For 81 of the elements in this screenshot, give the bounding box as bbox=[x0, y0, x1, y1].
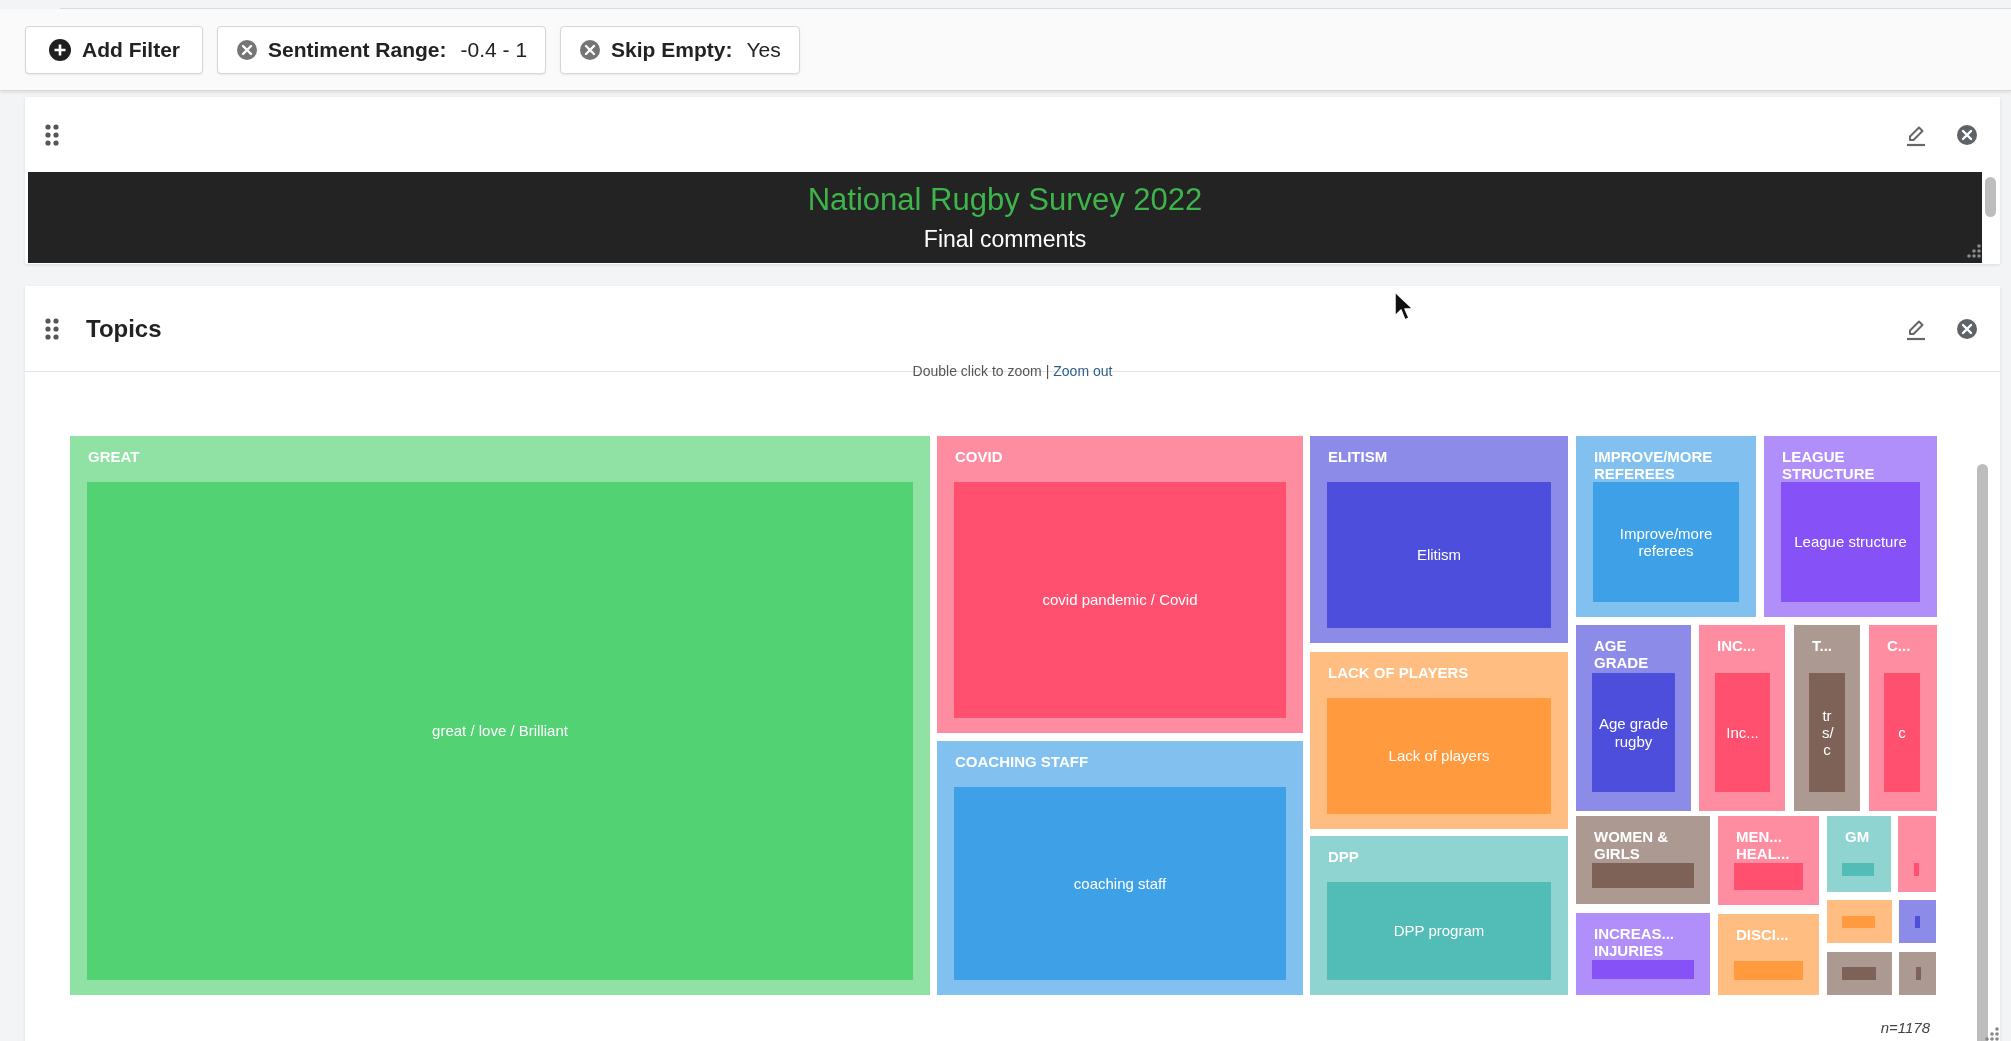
subtopic-tile[interactable] bbox=[1915, 916, 1920, 928]
topic-tile[interactable]: DPP DPP program bbox=[1310, 836, 1568, 995]
topic-tile[interactable]: T... trs/c bbox=[1794, 625, 1860, 811]
subtopic-tile[interactable] bbox=[1916, 967, 1921, 980]
zoom-hint: Double click to zoom | bbox=[912, 363, 1050, 379]
topic-tile[interactable]: INC... Inc... bbox=[1699, 625, 1785, 811]
add-icon bbox=[48, 38, 72, 62]
subtopic-tile[interactable] bbox=[1842, 967, 1876, 980]
topic-tile[interactable]: DISCI... bbox=[1718, 914, 1819, 995]
topic-tile[interactable]: GM bbox=[1827, 816, 1891, 892]
topic-label: INCREAS... INJURIES bbox=[1594, 925, 1675, 959]
subtopic-tile[interactable]: coaching staff bbox=[954, 787, 1286, 980]
subtopic-tile[interactable]: covid pandemic / Covid bbox=[954, 482, 1286, 718]
topic-label: AGE GRADE bbox=[1594, 637, 1650, 671]
subtopic-tile[interactable]: Improve/more referees bbox=[1593, 482, 1739, 602]
scrollbar-thumb[interactable] bbox=[1977, 464, 1988, 1041]
topic-tile[interactable]: MEN... HEAL... bbox=[1718, 816, 1819, 905]
topic-tile[interactable]: COACHING STAFF coaching staff bbox=[937, 741, 1303, 995]
widget-title: Topics bbox=[86, 314, 162, 343]
topic-tile[interactable]: COVID covid pandemic / Covid bbox=[937, 436, 1303, 733]
topic-tile[interactable] bbox=[1899, 952, 1936, 995]
subtopic-tile[interactable] bbox=[1734, 961, 1803, 980]
subtopic-tile[interactable] bbox=[1592, 960, 1694, 979]
survey-subtitle: Final comments bbox=[923, 226, 1087, 253]
remove-icon[interactable] bbox=[579, 39, 602, 61]
topic-label: ELITISM bbox=[1328, 448, 1389, 465]
subtopic-tile[interactable]: League structure bbox=[1781, 482, 1920, 602]
subtopic-tile[interactable]: DPP program bbox=[1327, 882, 1551, 980]
topic-label: COACHING STAFF bbox=[955, 753, 1090, 770]
topic-tile[interactable]: C... c bbox=[1869, 625, 1937, 811]
topic-tile[interactable]: ELITISM Elitism bbox=[1310, 436, 1568, 643]
subtopic-tile[interactable]: great / love / Brilliant bbox=[87, 482, 913, 980]
filter-chip[interactable]: Skip Empty: Yes bbox=[560, 26, 800, 74]
zoom-out-link[interactable]: Zoom out bbox=[1053, 363, 1113, 379]
topic-label: IMPROVE/MORE REFEREES bbox=[1594, 448, 1714, 482]
resize-handle-icon[interactable] bbox=[1984, 1026, 2000, 1041]
close-icon[interactable] bbox=[1956, 123, 1978, 146]
add-filter-button[interactable]: Add Filter bbox=[25, 26, 203, 74]
topic-label: DPP bbox=[1328, 848, 1360, 865]
topic-label: MEN... HEAL... bbox=[1736, 828, 1791, 862]
topic-tile[interactable]: INCREAS... INJURIES bbox=[1576, 913, 1710, 995]
subtopic-tile[interactable]: trs/c bbox=[1809, 673, 1845, 792]
topic-tile[interactable] bbox=[1899, 900, 1936, 943]
topic-tile[interactable]: AGE GRADE Age grade rugby bbox=[1576, 625, 1691, 811]
topic-tile[interactable] bbox=[1898, 816, 1936, 892]
topic-tile[interactable]: IMPROVE/MORE REFEREES Improve/more referees bbox=[1576, 436, 1756, 617]
subtopic-tile[interactable] bbox=[1842, 863, 1874, 876]
subtopic-tile[interactable] bbox=[1914, 863, 1919, 876]
topic-label: WOMEN & GIRLS bbox=[1594, 828, 1670, 862]
subtopic-tile[interactable]: Elitism bbox=[1327, 482, 1551, 628]
subtopic-tile[interactable] bbox=[1592, 863, 1694, 888]
topic-label: T... bbox=[1812, 637, 1833, 654]
topic-label: LACK OF PLAYERS bbox=[1328, 664, 1470, 681]
survey-title: National Rugby Survey 2022 bbox=[807, 182, 1203, 218]
subtopic-tile[interactable]: Age grade rugby bbox=[1592, 673, 1675, 792]
topic-tile[interactable] bbox=[1827, 900, 1892, 943]
drag-handle-icon[interactable] bbox=[45, 317, 59, 340]
topic-tile[interactable]: LACK OF PLAYERS Lack of players bbox=[1310, 652, 1568, 829]
topic-label: GM bbox=[1845, 828, 1869, 845]
topic-tile[interactable] bbox=[1827, 952, 1892, 995]
filter-chip[interactable]: Sentiment Range: -0.4 - 1 bbox=[217, 26, 547, 74]
topic-tile[interactable]: LEAGUE STRUCTURE League structure bbox=[1764, 436, 1937, 617]
sample-size: n=1178 bbox=[1880, 1019, 1930, 1036]
topic-label: INC... bbox=[1717, 637, 1757, 654]
subtopic-tile[interactable] bbox=[1842, 916, 1875, 928]
topic-label: DISCI... bbox=[1736, 926, 1790, 943]
subtopic-tile[interactable]: c bbox=[1884, 673, 1920, 792]
remove-icon[interactable] bbox=[236, 39, 258, 61]
subtopic-tile[interactable] bbox=[1734, 863, 1803, 890]
subtopic-tile[interactable]: Lack of players bbox=[1327, 698, 1551, 814]
topic-label: LEAGUE STRUCTURE bbox=[1782, 448, 1876, 482]
topic-label: COVID bbox=[955, 448, 1004, 465]
topic-label: C... bbox=[1887, 637, 1912, 654]
close-icon[interactable] bbox=[1956, 317, 1978, 340]
topic-tile[interactable]: WOMEN & GIRLS bbox=[1576, 816, 1710, 904]
topic-tile[interactable]: GREAT great / love / Brilliant bbox=[70, 436, 930, 995]
scrollbar-thumb[interactable] bbox=[1985, 177, 1996, 217]
drag-handle-icon[interactable] bbox=[45, 123, 59, 146]
topic-label: GREAT bbox=[88, 448, 141, 465]
subtopic-tile[interactable]: Inc... bbox=[1715, 673, 1770, 792]
resize-handle-icon[interactable] bbox=[1966, 243, 1982, 259]
